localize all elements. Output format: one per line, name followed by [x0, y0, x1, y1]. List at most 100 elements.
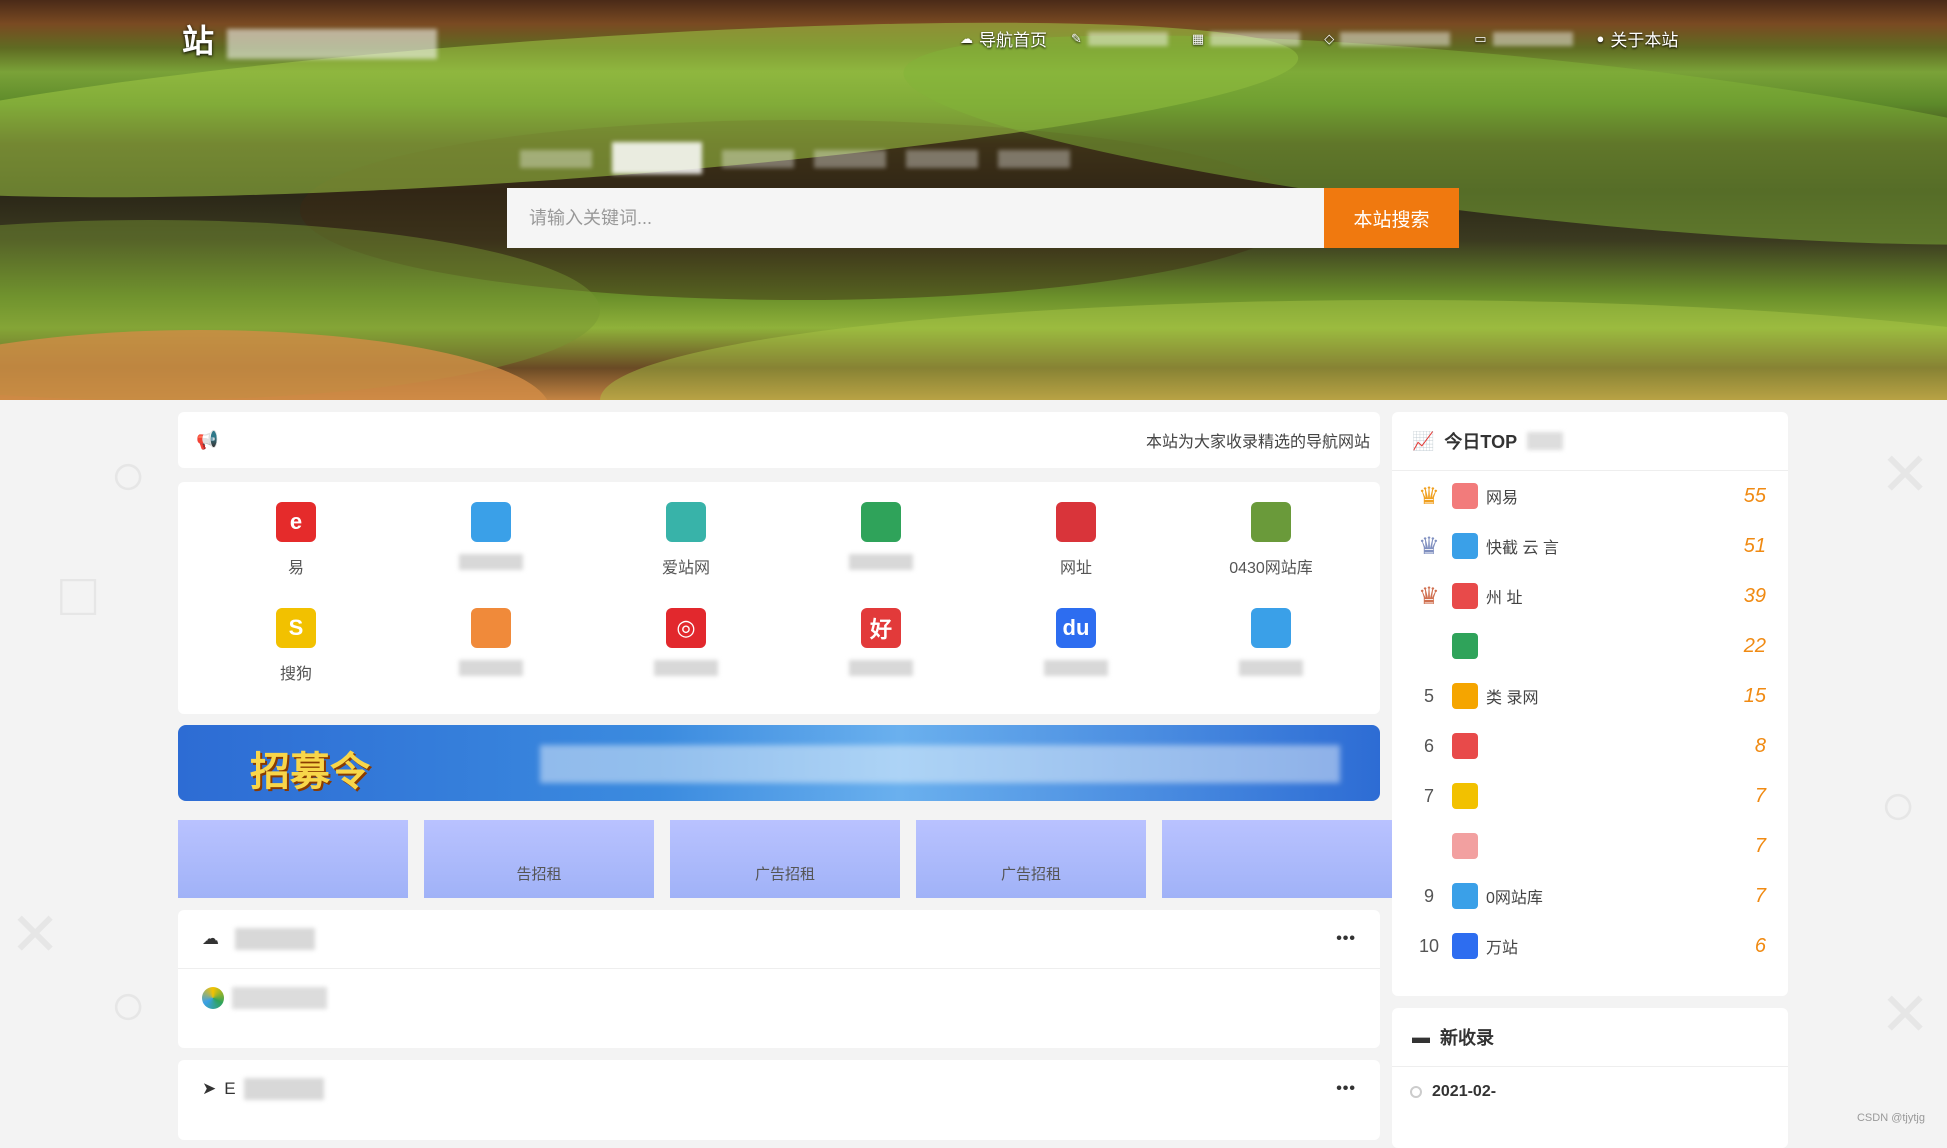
site-name [411, 554, 571, 572]
site-icon [1056, 502, 1096, 542]
search-tab[interactable] [722, 150, 794, 168]
logo-text: 站 [182, 23, 217, 59]
timeline-dot [1410, 1086, 1422, 1098]
rank-count: 55 [1743, 484, 1766, 507]
nav-home[interactable]: ☁ 导航首页 [960, 26, 1047, 51]
more-button[interactable]: ••• [1336, 1080, 1356, 1098]
site-name [996, 660, 1156, 678]
ad-slot[interactable]: 广告招租 [670, 820, 900, 898]
site-tile[interactable]: ◎ [606, 608, 766, 678]
rank-item[interactable]: 7 [1392, 821, 1788, 871]
ad-slot[interactable] [178, 820, 408, 898]
deco-cross: ✕ [10, 901, 61, 968]
nav-item-3[interactable]: ▦ [1191, 26, 1301, 51]
rank-item[interactable]: 10 万站 6 [1392, 921, 1788, 971]
notice-bar: 📢 本站为大家收录精选的导航网站 [178, 412, 1380, 468]
rank-number: 10 [1418, 935, 1440, 956]
site-name [801, 660, 961, 678]
site-tile[interactable]: 好 [801, 608, 961, 678]
rank-count: 39 [1743, 584, 1766, 607]
rank-item[interactable]: 9 0网站库 7 [1392, 871, 1788, 921]
info-icon: ● [1596, 31, 1605, 46]
deco-circle: ○ [110, 971, 147, 1038]
site-tile[interactable] [801, 502, 961, 572]
search-tab[interactable] [998, 150, 1070, 168]
site-link[interactable] [232, 987, 327, 1009]
search-tab-active[interactable] [612, 142, 702, 174]
site-tile[interactable]: 0430网站库 [1191, 502, 1351, 577]
site-name [801, 554, 961, 572]
ad-slot[interactable]: 广告招租 [916, 820, 1146, 898]
nav-item-4[interactable]: ◇ [1324, 26, 1451, 51]
site-favicon [1452, 883, 1478, 909]
site-icon [471, 502, 511, 542]
site-tile[interactable]: 网址 [996, 502, 1156, 577]
rank-item[interactable]: 22 [1392, 621, 1788, 671]
panel-title: 今日TOP [1444, 432, 1518, 452]
rank-item[interactable]: 77 [1392, 771, 1788, 821]
tag-icon: ◇ [1324, 30, 1335, 46]
ad-line: 广告招租 [1000, 865, 1061, 883]
search-bar: 本站搜索 [507, 188, 1459, 248]
rank-count: 7 [1754, 834, 1766, 857]
grid-icon: ▦ [1191, 30, 1205, 46]
site-tile[interactable] [1191, 608, 1351, 678]
rank-item[interactable]: 5 类 录网 15 [1392, 671, 1788, 721]
search-tab[interactable] [906, 150, 978, 168]
site-tile[interactable]: S 搜狗 [216, 608, 376, 683]
search-input[interactable] [507, 188, 1324, 248]
rank-site-name: 网易 [1486, 490, 1519, 507]
rank-count: 51 [1743, 534, 1766, 557]
site-tile[interactable] [411, 502, 571, 572]
more-button[interactable]: ••• [1336, 930, 1356, 948]
nav-about[interactable]: ● 关于本站 [1597, 26, 1679, 51]
search-tab[interactable] [520, 150, 592, 168]
search-button[interactable]: 本站搜索 [1324, 188, 1459, 248]
rank-item[interactable]: ♛ 网易 55 [1392, 471, 1788, 521]
rank-item[interactable]: ♛ 州 址 39 [1392, 571, 1788, 621]
chart-line-icon: 📈 [1412, 430, 1435, 451]
watermark: CSDN @tjytjg [1856, 1112, 1925, 1124]
rank-count: 15 [1743, 684, 1766, 707]
rank-number: 6 [1423, 735, 1434, 756]
rank-item[interactable]: ♛ 快截 云 言 51 [1392, 521, 1788, 571]
site-name: 爱站网 [606, 554, 766, 577]
site-favicon [202, 987, 224, 1009]
search-tabs [520, 142, 1070, 174]
newest-date: 2021-02- [1432, 1083, 1497, 1100]
crown-icon: ♛ [1418, 582, 1440, 610]
category-section: ➤ E ••• [178, 1060, 1380, 1140]
ad-slot[interactable] [1162, 820, 1392, 898]
crown-icon: ♛ [1418, 482, 1440, 510]
site-icon [666, 502, 706, 542]
rank-site-name: 0网站库 [1486, 890, 1543, 907]
rank-number: 9 [1423, 885, 1434, 906]
site-tile[interactable]: e易 [216, 502, 376, 577]
deco-square: □ [60, 561, 97, 628]
site-icon [1251, 502, 1291, 542]
nav-item-5[interactable]: ▭ [1474, 26, 1573, 51]
rank-site-name: 类 录网 [1486, 690, 1539, 707]
recruit-banner[interactable]: 招募令 [178, 725, 1380, 801]
site-icon [1251, 608, 1291, 648]
nav-item-2[interactable]: ✎ [1071, 26, 1168, 51]
site-name: 易 [216, 554, 376, 577]
site-tile[interactable]: 爱站网 [606, 502, 766, 577]
notice-text: 本站为大家收录精选的导航网站 [1145, 434, 1370, 451]
site-icon [471, 608, 511, 648]
site-tile[interactable] [411, 608, 571, 678]
ad-slot[interactable]: 告招租 [424, 820, 654, 898]
search-tab[interactable] [814, 150, 886, 168]
site-name: 0430网站库 [1191, 554, 1351, 577]
banner-title: 招募令 [250, 750, 370, 794]
ad-slots: 告招租 广告招租 广告招租 [178, 820, 1392, 898]
megaphone-icon: 📢 [196, 429, 219, 450]
rank-site-name: 快截 云 言 [1486, 540, 1559, 557]
monitor-icon: ▬ [1412, 1026, 1430, 1047]
site-logo[interactable]: 站 [182, 16, 462, 62]
deco-circle: ○ [1880, 771, 1917, 838]
site-tile[interactable]: du [996, 608, 1156, 678]
top-nav: ☁ 导航首页 ✎ ▦ ◇ ▭ ● 关于本站 [960, 26, 1678, 51]
site-favicon [1452, 783, 1478, 809]
rank-item[interactable]: 68 [1392, 721, 1788, 771]
